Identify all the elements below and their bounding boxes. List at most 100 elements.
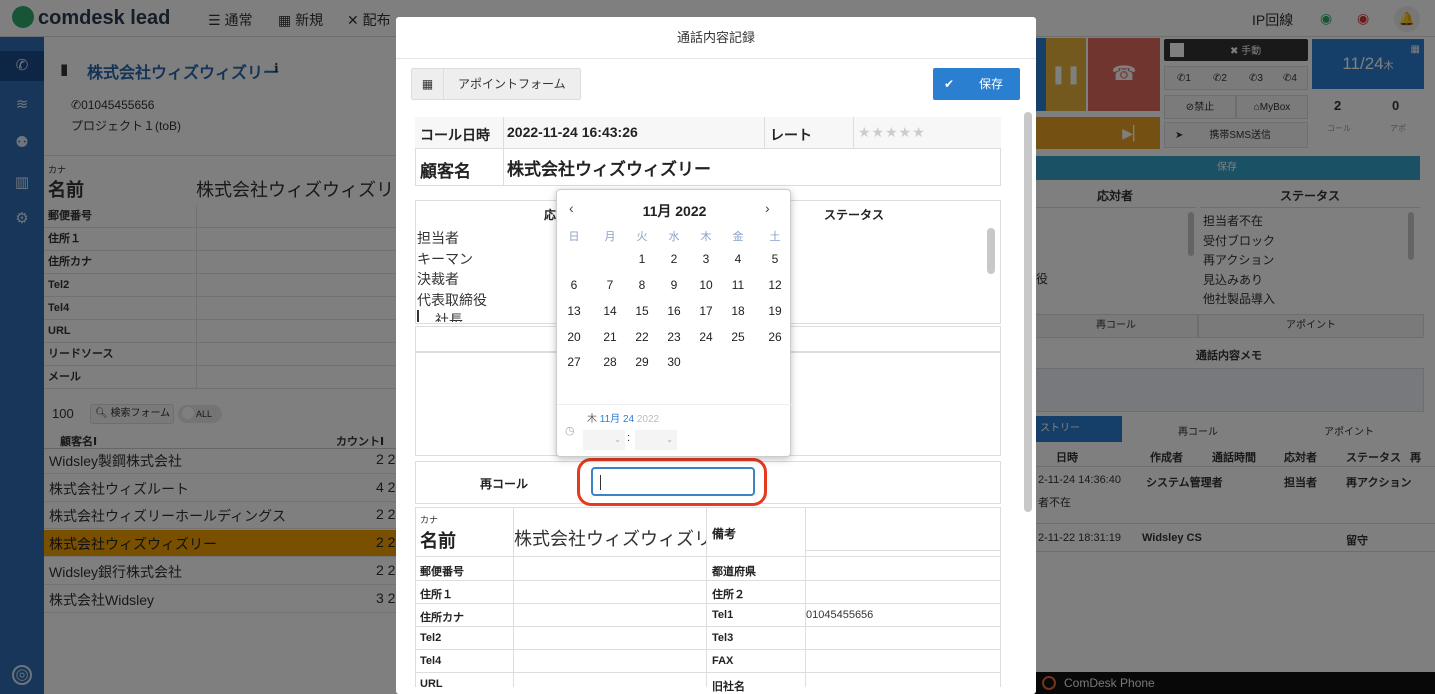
- responder-header: 応: [544, 208, 557, 222]
- field-label: 住所カナ: [420, 612, 464, 624]
- calendar-day[interactable]: 29: [627, 355, 657, 369]
- responder-item[interactable]: 決裁者: [417, 269, 487, 290]
- calendar-day[interactable]: 7: [595, 278, 625, 292]
- weekday-label: 木: [700, 231, 712, 243]
- divider: [415, 556, 1001, 557]
- calendar-day[interactable]: 5: [760, 252, 790, 266]
- weekday-label: 土: [769, 231, 781, 243]
- field-label: FAX: [712, 655, 734, 667]
- divider: [764, 117, 765, 149]
- responder-item[interactable]: キーマン: [417, 249, 487, 270]
- calendar-day[interactable]: 25: [723, 330, 753, 344]
- calendar-day[interactable]: 21: [595, 330, 625, 344]
- responder-item[interactable]: 代表取締役: [417, 290, 487, 311]
- recall-label: 再コール: [480, 477, 529, 491]
- calendar-day[interactable]: 1: [627, 252, 657, 266]
- calendar-day[interactable]: 26: [760, 330, 790, 344]
- calendar-day[interactable]: 24: [691, 330, 721, 344]
- kana-label: カナ: [420, 515, 439, 525]
- time-separator: :: [627, 432, 631, 444]
- calendar-day[interactable]: 2: [659, 252, 689, 266]
- calendar-day[interactable]: 15: [627, 304, 657, 318]
- responder-item[interactable]: 社長: [417, 310, 487, 322]
- field-value[interactable]: 01045455656: [806, 609, 873, 621]
- calendar-day[interactable]: 4: [723, 252, 753, 266]
- clock-icon: ◷: [565, 425, 575, 437]
- calendar-day[interactable]: 20: [559, 330, 589, 344]
- divider: [415, 603, 1001, 604]
- modal-title: 通話内容記録: [396, 17, 1036, 59]
- remarks-label: 備考: [712, 527, 737, 541]
- remarks-textarea[interactable]: [806, 507, 1000, 551]
- calendar-day[interactable]: 19: [760, 304, 790, 318]
- weekday-label: 水: [668, 231, 680, 243]
- calendar-day[interactable]: 23: [659, 330, 689, 344]
- selected-weekday: 木: [587, 414, 597, 425]
- call-datetime-label: コール日時: [420, 127, 490, 143]
- responder-item[interactable]: 担当者: [417, 228, 487, 249]
- field-label: Tel2: [420, 632, 442, 644]
- field-label: 都道府県: [712, 566, 756, 578]
- field-label: Tel4: [420, 655, 442, 667]
- calendar-day[interactable]: 16: [659, 304, 689, 318]
- hour-select[interactable]: ⌄: [583, 430, 625, 450]
- field-label: Tel3: [712, 632, 734, 644]
- calendar-day[interactable]: 11: [723, 278, 753, 292]
- responder-list: 担当者 キーマン 決裁者 代表取締役 社長: [417, 228, 487, 322]
- calendar-day[interactable]: 17: [691, 304, 721, 318]
- calendar-day[interactable]: 6: [559, 278, 589, 292]
- calendar-day[interactable]: 12: [760, 278, 790, 292]
- selected-date: 11月 24: [599, 414, 635, 425]
- divider: [415, 626, 1001, 627]
- save-button[interactable]: ✔ 保存: [933, 68, 1020, 100]
- field-label: Tel1: [712, 609, 734, 621]
- calendar-day[interactable]: 14: [595, 304, 625, 318]
- customer-label: 顧客名: [420, 162, 471, 181]
- field-label: 旧社名: [712, 681, 745, 693]
- modal-scrollbar[interactable]: [1024, 112, 1032, 512]
- rating-stars[interactable]: ★★★★★: [858, 124, 926, 141]
- field-label: URL: [420, 678, 443, 690]
- divider: [853, 117, 854, 149]
- status-header: ステータス: [824, 208, 885, 222]
- selected-year: 2022: [636, 414, 660, 425]
- calendar-day[interactable]: 13: [559, 304, 589, 318]
- highlight-annotation: [577, 458, 767, 506]
- field-label: 住所１: [420, 589, 453, 601]
- calendar-day[interactable]: 8: [627, 278, 657, 292]
- calendar-day[interactable]: 3: [691, 252, 721, 266]
- weekday-label: 月: [604, 231, 616, 243]
- calendar-day[interactable]: 22: [627, 330, 657, 344]
- scrollbar[interactable]: [987, 228, 995, 274]
- divider: [503, 117, 504, 186]
- divider: [415, 672, 1001, 673]
- selected-summary: 木 11月 24 2022: [587, 410, 659, 425]
- calendar-day[interactable]: 28: [595, 355, 625, 369]
- save-label: 保存: [979, 77, 1004, 91]
- divider: [415, 649, 1001, 650]
- date-picker: ‹ 11月 2022 › 日月火水木金土 1 2 3 4 5 6 7 8 9 10 11 12 13 14…: [556, 189, 792, 457]
- field-label: 郵便番号: [420, 566, 464, 578]
- name-value: 株式会社ウィズウィズリ: [514, 529, 706, 549]
- minute-select[interactable]: ⌄: [635, 430, 677, 450]
- calendar-day[interactable]: 30: [659, 355, 689, 369]
- calendar-month: 11月 2022: [642, 203, 707, 219]
- calendar-day[interactable]: 27: [559, 355, 589, 369]
- appoint-form-button[interactable]: ▦ アポイントフォーム: [411, 68, 581, 100]
- weekday-label: 日: [568, 231, 580, 243]
- customer-name: 株式会社ウィズウィズリー: [507, 160, 711, 179]
- weekday-label: 金: [732, 231, 744, 243]
- rate-label: レート: [770, 127, 812, 143]
- appoint-form-label: アポイントフォーム: [458, 77, 566, 91]
- divider: [557, 404, 792, 405]
- check-icon: ✔: [943, 77, 955, 91]
- calendar-day[interactable]: 9: [659, 278, 689, 292]
- divider: [415, 580, 1001, 581]
- calendar-day[interactable]: 10: [691, 278, 721, 292]
- calendar-day[interactable]: 18: [723, 304, 753, 318]
- weekday-label: 火: [636, 231, 648, 243]
- name-label: 名前: [420, 531, 456, 551]
- chevron-right-icon[interactable]: ›: [765, 200, 770, 216]
- divider: [706, 507, 707, 687]
- call-datetime: 2022-11-24 16:43:26: [507, 124, 638, 140]
